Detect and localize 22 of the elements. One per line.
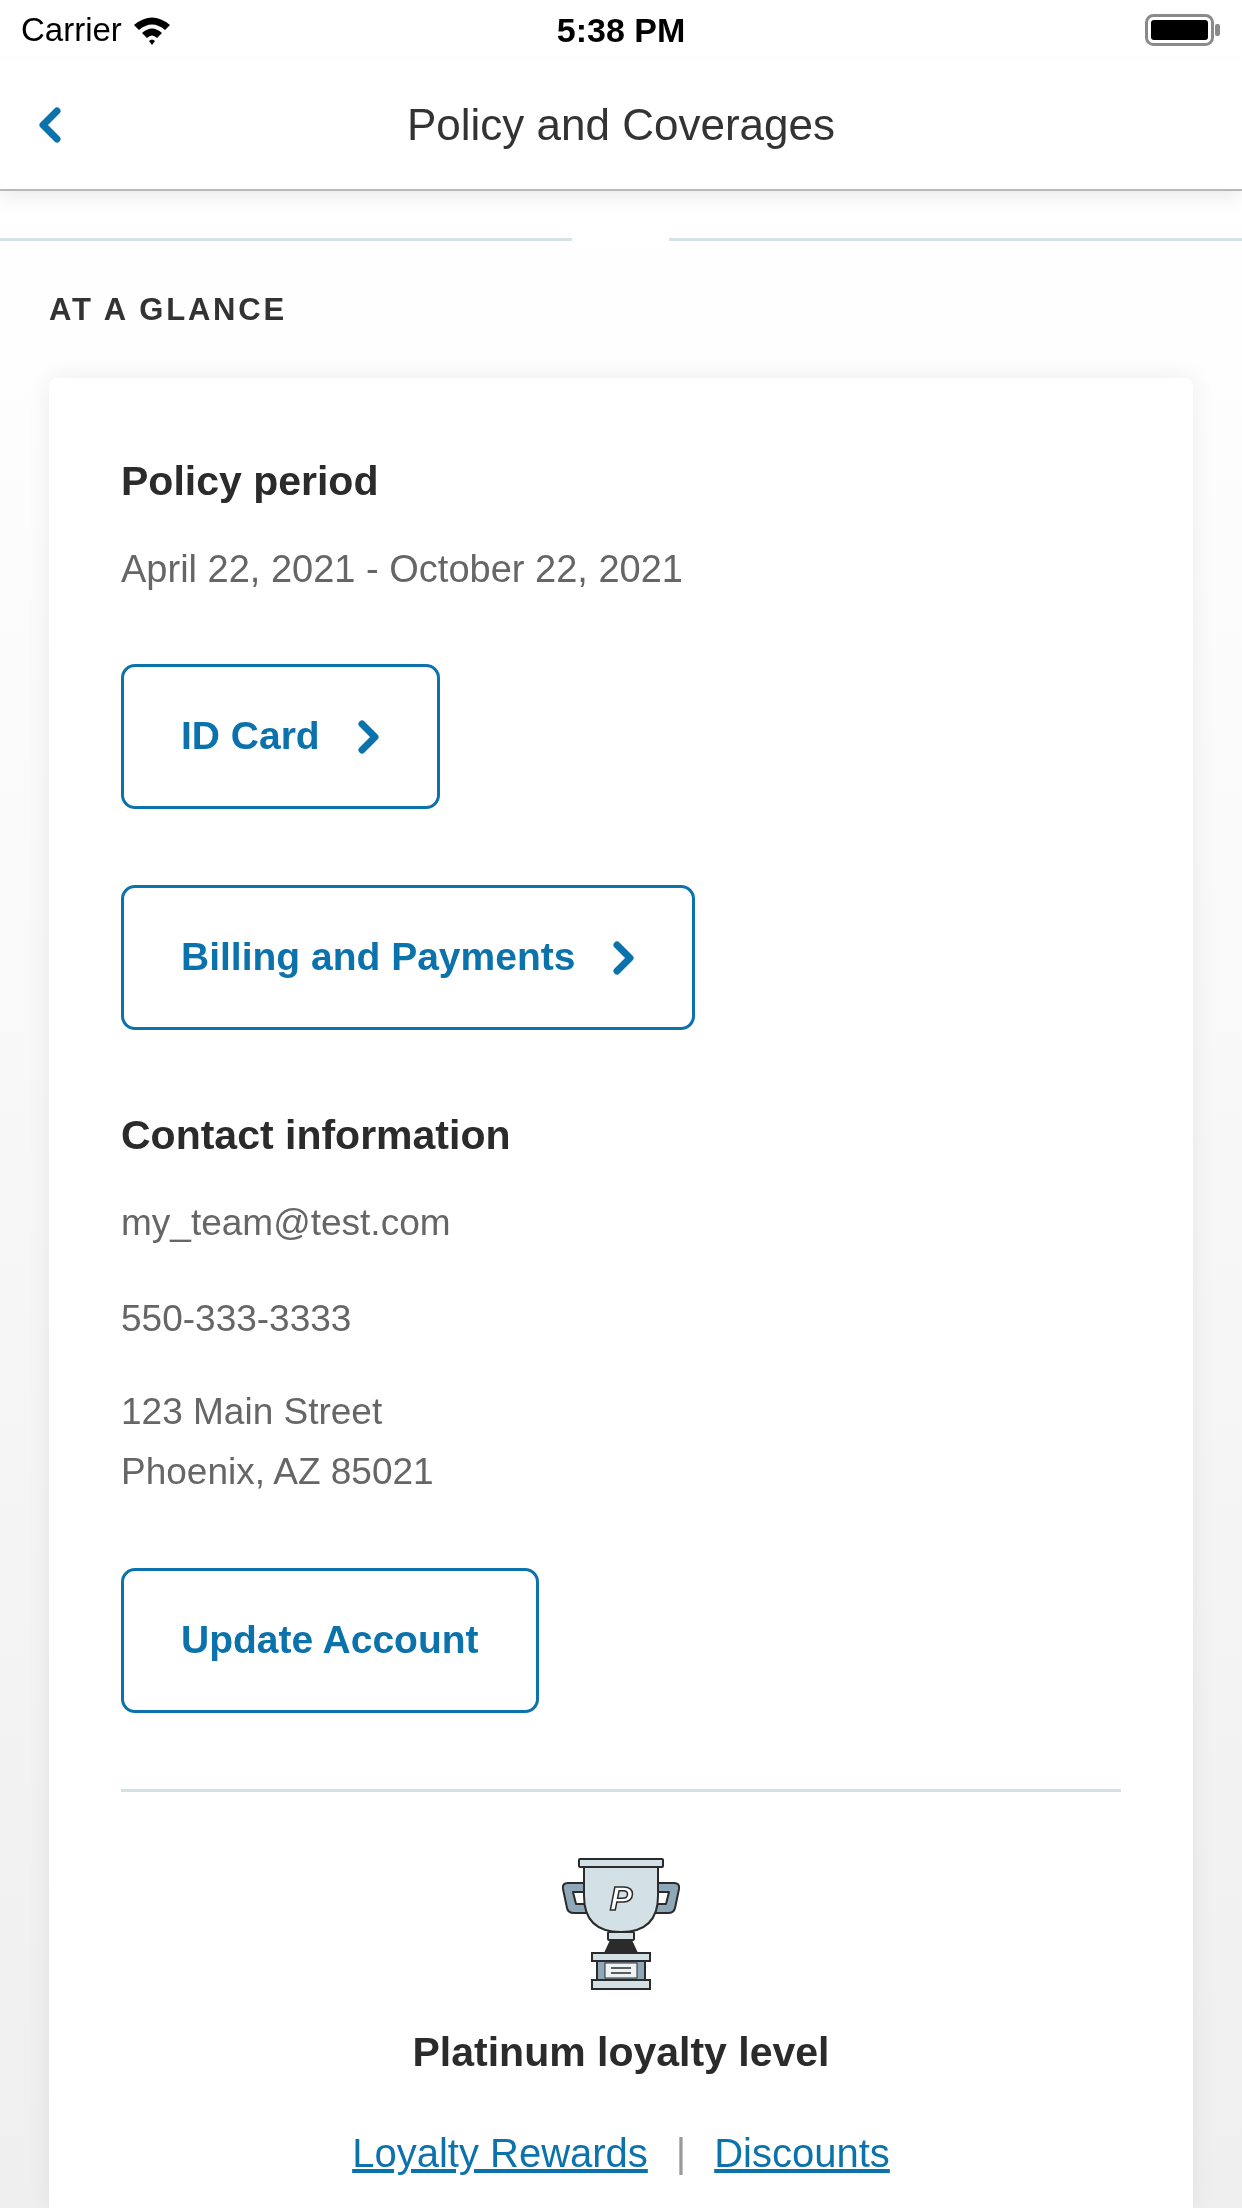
screen-title: Policy and Coverages — [406, 98, 836, 151]
chevron-left-icon — [38, 106, 62, 143]
battery-icon — [1145, 14, 1221, 46]
section-heading: AT A GLANCE — [49, 291, 288, 329]
address-line: Phoenix, AZ 85021 — [121, 1450, 435, 1494]
policy-dates: April 22, 2021 - October 22, 2021 — [121, 547, 684, 592]
link-separator: | — [675, 2130, 687, 2177]
chevron-right-icon — [613, 940, 636, 975]
contact-email: my_team@test.com — [121, 1201, 452, 1245]
link-button[interactable]: ID Card — [121, 664, 440, 809]
address-line: 123 Main Street — [121, 1390, 384, 1434]
status-time: 5:38 PM — [555, 9, 687, 51]
loyalty-level: Platinum loyalty level — [411, 2028, 831, 2077]
update-account-button[interactable]: Update Account — [121, 1568, 539, 1713]
text-link[interactable]: Discounts — [714, 2129, 890, 2177]
chevron-right-icon — [357, 719, 380, 754]
text-link[interactable]: Loyalty Rewards — [352, 2129, 648, 2177]
contact-phone: 550-333-3333 — [121, 1297, 353, 1341]
carrier-label: Carrier — [21, 10, 122, 51]
policy-period-heading: Policy period — [121, 457, 380, 506]
link-button[interactable]: Billing and Payments — [121, 885, 696, 1030]
contact-heading: Contact information — [121, 1111, 512, 1160]
